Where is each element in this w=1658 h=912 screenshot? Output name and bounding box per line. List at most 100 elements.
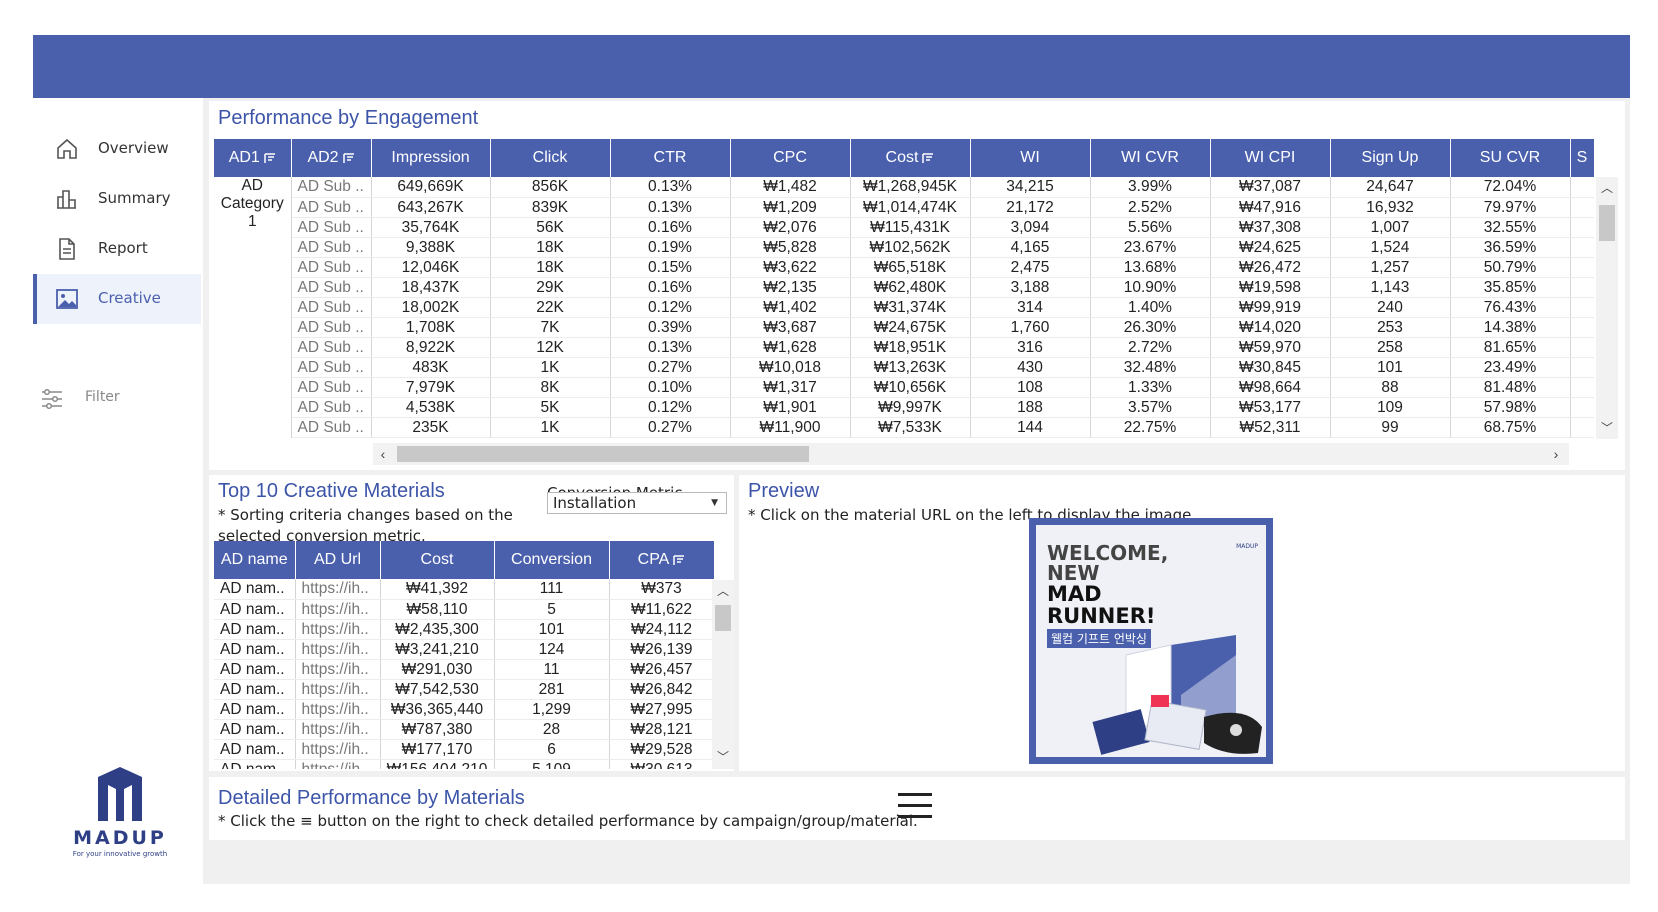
table-row[interactable]: AD Sub .. 235K 1K 0.27% ₩11,900 ₩7,533K 144 22.… bbox=[214, 417, 1594, 438]
table-row[interactable]: AD Sub .. 35,764K 56K 0.16% ₩2,076 ₩115,431K 3… bbox=[214, 217, 1594, 238]
scroll-thumb[interactable] bbox=[1599, 205, 1615, 241]
table-row[interactable]: AD Sub .. 8,922K 12K 0.13% ₩1,628 ₩18,951K 316… bbox=[214, 337, 1594, 358]
scroll-left-arrow-icon[interactable]: ‹ bbox=[375, 446, 391, 462]
scroll-thumb[interactable] bbox=[397, 446, 809, 462]
column-header[interactable]: AD Url bbox=[295, 541, 381, 579]
sidebar-item-summary[interactable]: Summary bbox=[33, 174, 201, 224]
column-header[interactable]: WI CPI bbox=[1210, 139, 1331, 177]
ad-sub-cell[interactable]: AD Sub .. bbox=[291, 397, 372, 418]
sidebar-item-creative[interactable]: Creative bbox=[33, 274, 201, 324]
column-header[interactable]: WI bbox=[970, 139, 1091, 177]
table-row[interactable]: AD Sub .. 483K 1K 0.27% ₩10,018 ₩13,263K 430 32… bbox=[214, 357, 1594, 378]
table-row[interactable]: AD nam.. https://ih.. ₩3,241,210 124 ₩26,139 bbox=[214, 639, 714, 660]
ad-sub-cell[interactable]: AD Sub .. bbox=[291, 337, 372, 358]
scroll-up-arrow-icon[interactable]: ︿ bbox=[715, 582, 731, 599]
table-cell: 76.43% bbox=[1450, 297, 1571, 318]
column-header[interactable]: Sign Up bbox=[1330, 139, 1451, 177]
column-header[interactable]: WI CVR bbox=[1090, 139, 1211, 177]
table-row[interactable]: AD nam.. https://ih.. ₩291,030 11 ₩26,457 bbox=[214, 659, 714, 680]
table-cell bbox=[1570, 297, 1594, 318]
table-row[interactable]: AD Sub .. 4,538K 5K 0.12% ₩1,901 ₩9,997K 188 3.… bbox=[214, 397, 1594, 418]
ad-url-link[interactable]: https://ih.. bbox=[295, 759, 381, 769]
ad-url-link[interactable]: https://ih.. bbox=[295, 659, 381, 680]
table-row[interactable]: AD Sub .. 643,267K 839K 0.13% ₩1,209 ₩1,014,4… bbox=[214, 197, 1594, 218]
table-row[interactable]: AD Category 1 AD Sub .. 649,669K 856K 0.13% ₩… bbox=[214, 177, 1594, 437]
ad-sub-cell[interactable]: AD Sub .. bbox=[291, 197, 372, 218]
sidebar-item-report[interactable]: Report bbox=[33, 224, 201, 274]
engagement-vertical-scrollbar[interactable]: ︿ ﹀ bbox=[1596, 177, 1618, 439]
column-header[interactable]: AD1 bbox=[214, 139, 292, 177]
ad-sub-cell[interactable]: AD Sub .. bbox=[291, 297, 372, 318]
sidebar-item-overview[interactable]: Overview bbox=[33, 124, 201, 174]
column-header[interactable]: S bbox=[1570, 139, 1594, 177]
column-header-label: Sign Up bbox=[1361, 149, 1419, 166]
table-row[interactable]: AD Sub .. 7,979K 8K 0.10% ₩1,317 ₩10,656K 108 1… bbox=[214, 377, 1594, 398]
ad-sub-cell[interactable]: AD Sub .. bbox=[291, 257, 372, 278]
table-row[interactable]: AD nam.. https://ih.. ₩2,435,300 101 ₩24,112 bbox=[214, 619, 714, 640]
column-header[interactable]: CTR bbox=[610, 139, 731, 177]
table-row[interactable]: AD nam.. https://ih.. ₩156,404,210 5,109 ₩30… bbox=[214, 759, 714, 769]
ad-url-link[interactable]: https://ih.. bbox=[295, 619, 381, 640]
sort-icon[interactable] bbox=[673, 554, 685, 566]
column-header[interactable]: Conversion bbox=[494, 541, 610, 579]
ad-url-link[interactable]: https://ih.. bbox=[295, 639, 381, 660]
engagement-title: Performance by Engagement bbox=[218, 107, 479, 129]
ad-url-link[interactable]: https://ih.. bbox=[295, 579, 381, 600]
filter-button[interactable]: Filter bbox=[40, 385, 160, 413]
column-header[interactable]: CPC bbox=[730, 139, 851, 177]
scroll-right-arrow-icon[interactable]: › bbox=[1548, 446, 1564, 462]
column-header[interactable]: CPA bbox=[609, 541, 714, 579]
detailed-menu-button[interactable] bbox=[898, 793, 932, 819]
table-cell: ₩373 bbox=[609, 579, 714, 600]
column-header[interactable]: Cost bbox=[850, 139, 971, 177]
table-row[interactable]: AD nam.. https://ih.. ₩7,542,530 281 ₩26,842 bbox=[214, 679, 714, 700]
table-row[interactable]: AD nam.. https://ih.. ₩787,380 28 ₩28,121 bbox=[214, 719, 714, 740]
column-header[interactable]: SU CVR bbox=[1450, 139, 1571, 177]
ad-url-link[interactable]: https://ih.. bbox=[295, 599, 381, 620]
table-row[interactable]: AD Sub .. 12,046K 18K 0.15% ₩3,622 ₩65,518K 2,… bbox=[214, 257, 1594, 278]
scroll-down-arrow-icon[interactable]: ﹀ bbox=[715, 748, 731, 765]
table-cell: 18,002K bbox=[371, 297, 491, 318]
ad-sub-cell[interactable]: AD Sub .. bbox=[291, 177, 372, 198]
sort-icon[interactable] bbox=[922, 152, 934, 164]
table-row[interactable]: AD nam.. https://ih.. ₩177,170 6 ₩29,528 bbox=[214, 739, 714, 760]
ad-sub-cell[interactable]: AD Sub .. bbox=[291, 357, 372, 378]
ad-sub-cell[interactable]: AD Sub .. bbox=[291, 417, 372, 438]
table-row[interactable]: AD Sub .. 18,002K 22K 0.12% ₩1,402 ₩31,374K 31… bbox=[214, 297, 1594, 318]
sort-icon[interactable] bbox=[264, 152, 276, 164]
table-row[interactable]: AD nam.. https://ih.. ₩36,365,440 1,299 ₩27,… bbox=[214, 699, 714, 720]
table-cell: 29K bbox=[490, 277, 611, 298]
table-row[interactable]: AD nam.. https://ih.. ₩41,392 111 ₩373 bbox=[214, 579, 714, 600]
ad-sub-cell[interactable]: AD Sub .. bbox=[291, 317, 372, 338]
ad-sub-cell[interactable]: AD Sub .. bbox=[291, 277, 372, 298]
scroll-up-arrow-icon[interactable]: ︿ bbox=[1599, 179, 1615, 196]
column-header[interactable]: Cost bbox=[380, 541, 495, 579]
column-header[interactable]: AD2 bbox=[291, 139, 372, 177]
ad-url-link[interactable]: https://ih.. bbox=[295, 739, 381, 760]
table-row[interactable]: AD nam.. https://ih.. ₩58,110 5 ₩11,622 bbox=[214, 599, 714, 620]
ad-name-cell: AD nam.. bbox=[214, 679, 296, 700]
ad-url-link[interactable]: https://ih.. bbox=[295, 679, 381, 700]
column-header[interactable]: Impression bbox=[371, 139, 491, 177]
table-cell: ₩62,480K bbox=[850, 277, 971, 298]
scroll-down-arrow-icon[interactable]: ﹀ bbox=[1599, 419, 1615, 436]
sort-icon[interactable] bbox=[342, 152, 355, 164]
table-row[interactable]: AD Sub .. 9,388K 18K 0.19% ₩5,828 ₩102,562K 4,… bbox=[214, 237, 1594, 258]
table-row[interactable]: AD Sub .. 1,708K 7K 0.39% ₩3,687 ₩24,675K 1,76… bbox=[214, 317, 1594, 338]
conversion-metric-select[interactable]: Installation ▼ bbox=[547, 492, 727, 514]
column-header-label: SU CVR bbox=[1479, 149, 1541, 166]
column-header-label: Cost bbox=[420, 551, 454, 568]
table-cell bbox=[1570, 197, 1594, 218]
ad-url-link[interactable]: https://ih.. bbox=[295, 699, 381, 720]
table-row[interactable]: AD Sub .. 18,437K 29K 0.16% ₩2,135 ₩62,480K 3,… bbox=[214, 277, 1594, 298]
scroll-thumb[interactable] bbox=[715, 605, 731, 631]
ad-sub-cell[interactable]: AD Sub .. bbox=[291, 377, 372, 398]
ad-sub-cell[interactable]: AD Sub .. bbox=[291, 217, 372, 238]
table-cell: 101 bbox=[494, 619, 610, 640]
ad-url-link[interactable]: https://ih.. bbox=[295, 719, 381, 740]
engagement-horizontal-scrollbar[interactable]: ‹ › bbox=[373, 443, 1569, 465]
top10-vertical-scrollbar[interactable]: ︿ ﹀ bbox=[712, 580, 734, 769]
column-header[interactable]: Click bbox=[490, 139, 611, 177]
ad-sub-cell[interactable]: AD Sub .. bbox=[291, 237, 372, 258]
column-header[interactable]: AD name bbox=[214, 541, 296, 579]
